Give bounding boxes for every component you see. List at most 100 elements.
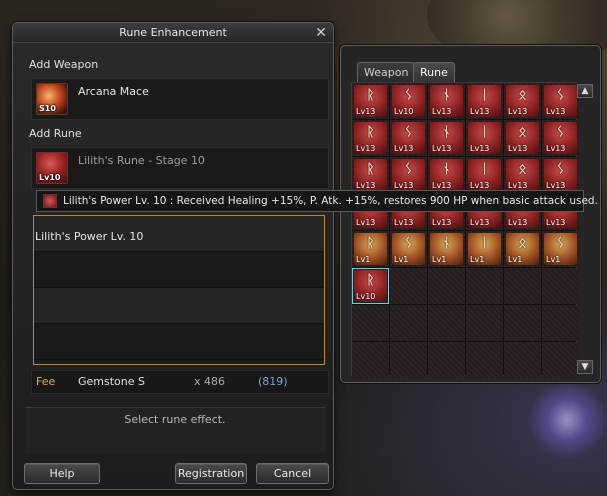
- close-button[interactable]: ✕: [313, 25, 329, 41]
- cancel-button[interactable]: Cancel: [256, 463, 329, 484]
- rune-icon: ᛁ Lv13: [468, 85, 501, 117]
- rune-slot[interactable]: ᛊ Lv13: [542, 83, 579, 119]
- rune-slot[interactable]: ᛊ Lv13: [542, 120, 579, 156]
- rune-slot[interactable]: ᛁ Lv13: [466, 120, 503, 156]
- weapon-slot[interactable]: S10 Arcana Mace: [31, 78, 329, 120]
- rune-slot[interactable]: ᚾ Lv13: [428, 83, 465, 119]
- fee-owned-count: (819): [258, 375, 288, 388]
- rune-name: Lilith's Rune - Stage 10: [78, 154, 205, 167]
- rune-glyph-icon: ᚾ: [442, 88, 451, 103]
- empty-slot[interactable]: [428, 268, 465, 304]
- rune-slot[interactable]: ᛁ Lv13: [466, 83, 503, 119]
- rune-glyph-icon: ᛁ: [480, 236, 489, 251]
- rune-slot[interactable]: ᛊ Lv1: [390, 231, 427, 267]
- rune-slot[interactable]: Lv10 Lilith's Rune - Stage 10: [31, 147, 329, 189]
- rune-icon: ᚱ Lv1: [354, 233, 387, 265]
- scroll-down-icon[interactable]: ▼: [577, 360, 593, 374]
- empty-slot[interactable]: [390, 305, 427, 341]
- rune-glyph-icon: ᚾ: [442, 125, 451, 140]
- rune-effect-tooltip: Lilith's Power Lv. 10 : Received Healing…: [36, 190, 598, 212]
- rune-icon: [43, 194, 57, 208]
- rune-glyph-icon: ᛟ: [518, 162, 527, 177]
- rune-icon: ᛁ Lv1: [468, 233, 501, 265]
- rune-icon: ᛊ Lv10: [392, 85, 425, 117]
- tab-weapon[interactable]: Weapon: [357, 62, 416, 82]
- effect-row[interactable]: [34, 324, 324, 360]
- rune-glyph-icon: ᛊ: [556, 88, 565, 103]
- rune-level-label: Lv13: [432, 181, 452, 190]
- rune-level-badge: Lv10: [39, 173, 61, 182]
- rune-slot[interactable]: ᛊ Lv13: [390, 157, 427, 193]
- rune-level-label: Lv13: [356, 218, 376, 227]
- empty-slot[interactable]: [428, 305, 465, 341]
- rune-slot[interactable]: ᚾ Lv1: [428, 231, 465, 267]
- effect-option-label[interactable]: Lilith's Power Lv. 10: [35, 230, 143, 243]
- rune-level-label: Lv13: [432, 218, 452, 227]
- rune-icon: ᚾ Lv1: [430, 233, 463, 265]
- rune-slot[interactable]: ᛊ Lv13: [390, 120, 427, 156]
- empty-slot[interactable]: [504, 268, 541, 304]
- rune-slot[interactable]: ᛟ Lv13: [504, 120, 541, 156]
- rune-glyph-icon: ᚱ: [366, 273, 375, 288]
- rune-icon: ᛊ Lv13: [544, 85, 577, 117]
- rune-level-label: Lv13: [546, 218, 566, 227]
- empty-slot[interactable]: [542, 268, 579, 304]
- empty-slot[interactable]: [466, 305, 503, 341]
- rune-slot[interactable]: ᛟ Lv13: [504, 83, 541, 119]
- rune-icon: ᛁ Lv13: [468, 159, 501, 191]
- empty-slot[interactable]: [428, 342, 465, 378]
- rune-level-label: Lv1: [470, 255, 485, 264]
- empty-slot[interactable]: [504, 305, 541, 341]
- rune-slot[interactable]: ᛁ Lv13: [466, 157, 503, 193]
- rune-slot[interactable]: ᚱ Lv1: [352, 231, 389, 267]
- empty-slot[interactable]: [542, 342, 579, 378]
- rune-slot[interactable]: ᛊ Lv1: [542, 231, 579, 267]
- registration-button[interactable]: Registration: [175, 463, 247, 484]
- empty-slot[interactable]: [390, 268, 427, 304]
- rune-slot[interactable]: ᚱ Lv10: [352, 268, 389, 304]
- empty-slot[interactable]: [504, 342, 541, 378]
- rune-level-label: Lv13: [432, 144, 452, 153]
- effect-row[interactable]: [34, 252, 324, 288]
- rune-level-label: Lv13: [508, 181, 528, 190]
- rune-slot[interactable]: ᚱ Lv13: [352, 157, 389, 193]
- rune-level-label: Lv13: [394, 144, 414, 153]
- rune-slot[interactable]: ᛟ Lv1: [504, 231, 541, 267]
- empty-slot[interactable]: [466, 268, 503, 304]
- rune-icon: ᛟ Lv13: [506, 85, 539, 117]
- rune-glyph-icon: ᛁ: [480, 162, 489, 177]
- scroll-up-icon[interactable]: ▲: [577, 84, 593, 98]
- rune-icon: ᛊ Lv13: [544, 159, 577, 191]
- fee-item-name: Gemstone S: [78, 375, 145, 388]
- mace-icon: S10: [36, 83, 68, 115]
- rune-glyph-icon: ᚱ: [366, 125, 375, 140]
- rune-glyph-icon: ᚾ: [442, 162, 451, 177]
- window-title: Rune Enhancement: [13, 23, 333, 43]
- empty-slot[interactable]: [542, 305, 579, 341]
- empty-slot[interactable]: [390, 342, 427, 378]
- rune-slot[interactable]: ᛟ Lv13: [504, 157, 541, 193]
- rune-icon: ᚱ Lv10: [354, 270, 387, 302]
- empty-slot[interactable]: [352, 342, 389, 378]
- inventory-scrollbar[interactable]: ▲ ▼: [577, 82, 593, 376]
- weapon-grade-badge: S10: [39, 104, 56, 113]
- tab-rune[interactable]: Rune: [413, 62, 455, 82]
- rune-slot[interactable]: ᚾ Lv13: [428, 157, 465, 193]
- rune-slot[interactable]: ᛊ Lv10: [390, 83, 427, 119]
- rune-level-label: Lv13: [356, 181, 376, 190]
- help-button[interactable]: Help: [24, 463, 100, 484]
- rune-level-label: Lv13: [546, 107, 566, 116]
- rune-icon: ᛟ Lv13: [506, 159, 539, 191]
- add-rune-label: Add Rune: [29, 127, 82, 140]
- empty-slot[interactable]: [466, 342, 503, 378]
- rune-slot[interactable]: ᚱ Lv13: [352, 120, 389, 156]
- rune-icon: ᚾ Lv13: [430, 122, 463, 154]
- rune-slot[interactable]: ᚾ Lv13: [428, 120, 465, 156]
- rune-slot[interactable]: ᛁ Lv1: [466, 231, 503, 267]
- rune-level-label: Lv1: [432, 255, 447, 264]
- rune-slot[interactable]: ᛊ Lv13: [542, 157, 579, 193]
- rune-slot[interactable]: ᚱ Lv13: [352, 83, 389, 119]
- empty-slot[interactable]: [352, 305, 389, 341]
- effect-row[interactable]: [34, 288, 324, 324]
- rune-icon: ᛊ Lv1: [544, 233, 577, 265]
